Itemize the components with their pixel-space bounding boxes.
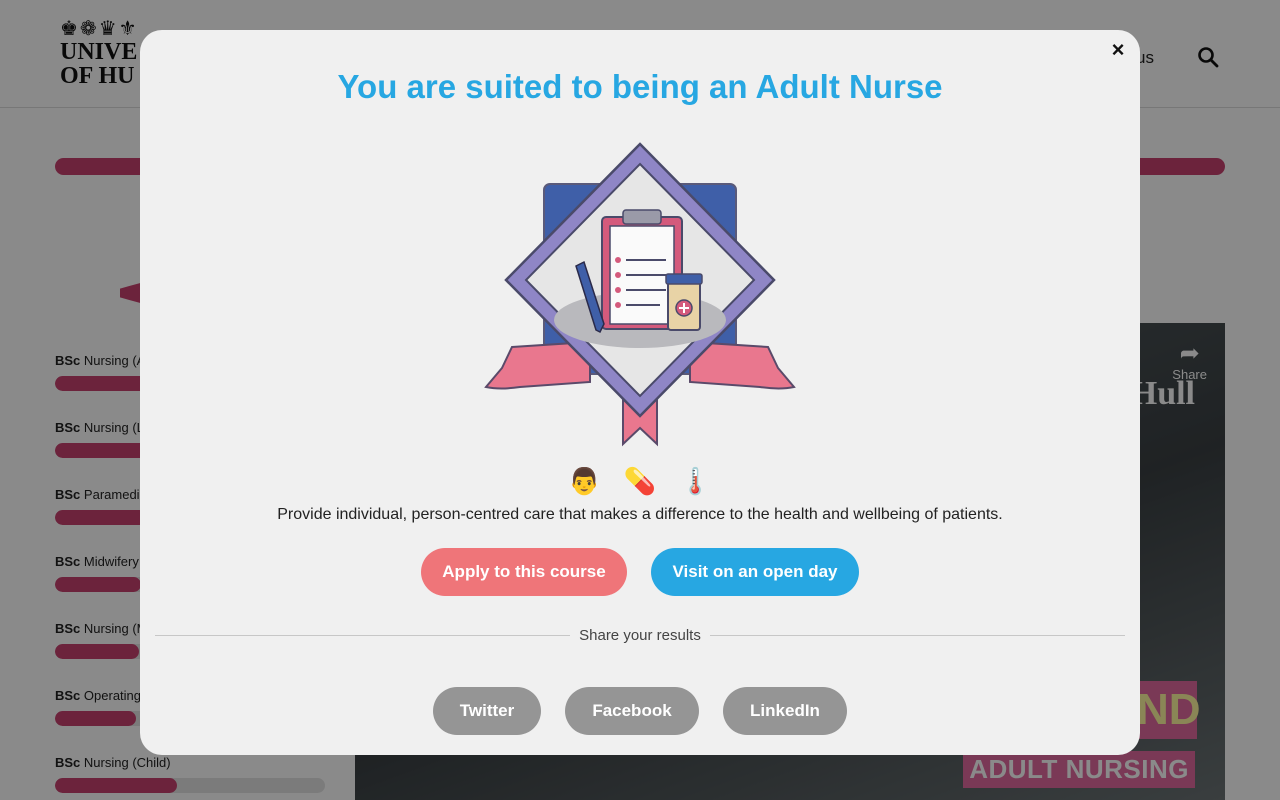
divider-right xyxy=(710,635,1125,636)
result-description: Provide individual, person-centred care … xyxy=(277,506,1003,523)
person-icon: 👨 xyxy=(568,466,601,496)
twitter-share-button[interactable]: Twitter xyxy=(433,687,541,735)
linkedin-share-button[interactable]: LinkedIn xyxy=(723,687,847,735)
adult-nurse-badge-illustration xyxy=(484,142,796,447)
career-emoji-row: 👨 💊 🌡️ xyxy=(140,466,1140,497)
pill-icon: 💊 xyxy=(623,466,657,496)
apply-course-button[interactable]: Apply to this course xyxy=(421,548,627,596)
facebook-share-button[interactable]: Facebook xyxy=(565,687,699,735)
thermometer-icon: 🌡️ xyxy=(679,466,712,496)
result-modal: × You are suited to being an Adult Nurse xyxy=(140,30,1140,755)
result-title: You are suited to being an Adult Nurse xyxy=(337,68,943,105)
open-day-button[interactable]: Visit on an open day xyxy=(651,548,859,596)
close-button[interactable]: × xyxy=(1108,39,1128,61)
